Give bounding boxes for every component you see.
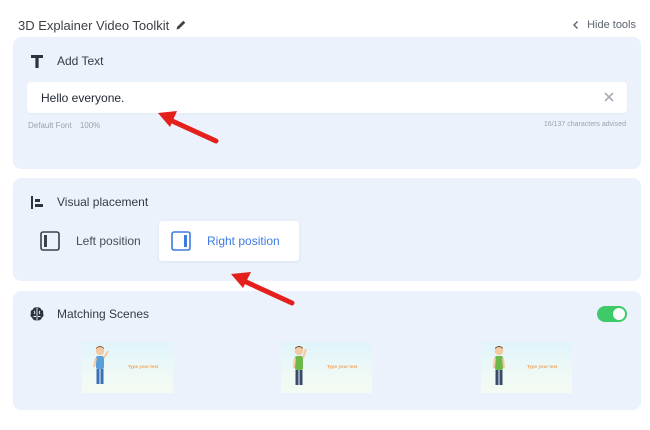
left-position-button[interactable]: Left position <box>27 221 157 261</box>
scene-thumbnail-1[interactable]: Type your text <box>82 342 173 393</box>
left-position-label: Left position <box>76 234 141 248</box>
character-waving-figure <box>93 346 109 384</box>
scene-thumbnail-2[interactable]: Type your text <box>281 342 372 393</box>
scene-thumbnail-3[interactable]: Type your text <box>481 342 572 393</box>
add-text-header: Add Text <box>29 53 103 69</box>
add-text-title: Add Text <box>57 54 104 68</box>
font-name: Default Font <box>28 121 72 130</box>
pencil-edit-icon[interactable] <box>175 19 187 31</box>
text-input[interactable]: Hello everyone. <box>27 82 627 113</box>
scene-text-2: Type your text <box>327 364 358 369</box>
hide-tools-button[interactable]: Hide tools <box>571 19 636 31</box>
right-position-button[interactable]: Right position <box>159 221 299 261</box>
left-position-icon <box>40 231 60 251</box>
scene-text-1: Type your text <box>128 364 159 369</box>
scenes-title: Matching Scenes <box>57 307 150 321</box>
text-input-value: Hello everyone. <box>41 90 125 105</box>
add-text-panel: Add Text Hello everyone. Default Font 10… <box>13 37 641 169</box>
character-counter: 16/137 characters advised <box>543 121 626 128</box>
right-position-label: Right position <box>207 234 280 248</box>
font-size: 100% <box>79 121 101 130</box>
scenes-header: Matching Scenes <box>29 306 149 322</box>
brain-icon <box>29 306 45 322</box>
top-header: 3D Explainer Video Toolkit Hide tools <box>18 15 636 35</box>
chevron-left-icon <box>571 20 581 30</box>
toggle-knob <box>613 308 625 320</box>
placement-header: Visual placement <box>29 194 148 210</box>
placement-title: Visual placement <box>57 195 149 209</box>
character-standing-figure <box>493 346 505 385</box>
scene-text-3: Type your text <box>527 364 558 369</box>
matching-scenes-panel: Matching Scenes Type your text Type your… <box>13 291 641 410</box>
right-position-icon <box>171 231 191 251</box>
page-title: 3D Explainer Video Toolkit <box>18 17 170 33</box>
font-info: Default Font 100% <box>28 121 100 130</box>
scenes-toggle[interactable] <box>597 306 627 322</box>
text-t-icon <box>29 53 45 69</box>
hide-tools-label: Hide tools <box>587 19 636 31</box>
clear-icon[interactable] <box>603 91 615 103</box>
align-left-icon <box>29 194 45 210</box>
visual-placement-panel: Visual placement Left position Right pos… <box>13 178 641 281</box>
character-raising-hand-figure <box>293 346 307 385</box>
